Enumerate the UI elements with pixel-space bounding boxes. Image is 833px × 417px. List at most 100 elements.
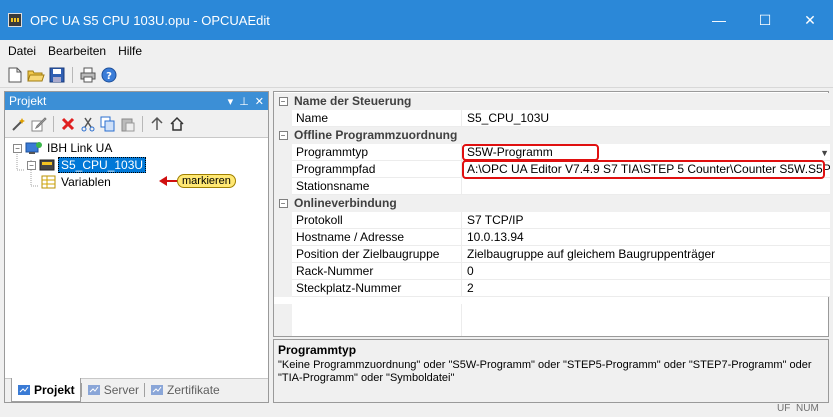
tab-server[interactable]: Server <box>82 379 144 401</box>
category-onlineverbindung[interactable]: − Onlineverbindung <box>274 195 830 212</box>
open-icon[interactable] <box>27 66 45 84</box>
property-name: Stationsname <box>292 178 462 195</box>
property-name: Rack-Nummer <box>292 263 462 280</box>
property-value[interactable]: S7 TCP/IP <box>462 212 830 229</box>
pane-close-icon[interactable]: ✕ <box>255 95 264 108</box>
collapse-icon[interactable]: − <box>278 131 288 140</box>
project-pane: Projekt ▾ ⊥ ✕ − IBH Link UA − S5_CPU_103… <box>4 91 269 403</box>
pane-pin-icon[interactable]: ⊥ <box>239 95 249 108</box>
tree-item-label: IBH Link UA <box>47 141 113 155</box>
property-name: Programmpfad <box>292 161 462 178</box>
property-name: Steckplatz-Nummer <box>292 280 462 297</box>
category-offline-programmzuordnung[interactable]: − Offline Programmzuordnung <box>274 127 830 144</box>
tree-item-cpu[interactable]: − S5_CPU_103U <box>27 157 147 173</box>
title-bar: OPC UA S5 CPU 103U.opu - OPCUAEdit — ☐ ✕ <box>0 0 833 40</box>
menu-hilfe[interactable]: Hilfe <box>112 44 148 58</box>
help-icon[interactable]: ? <box>100 66 118 84</box>
highlight-programmtyp <box>462 144 599 161</box>
property-name: Hostname / Adresse <box>292 229 462 246</box>
property-value[interactable]: 0 <box>462 263 830 280</box>
menu-datei[interactable]: Datei <box>0 44 42 58</box>
grid-empty-area <box>274 304 830 336</box>
tab-zertifikate[interactable]: Zertifikate <box>145 379 225 401</box>
window-title: OPC UA S5 CPU 103U.opu - OPCUAEdit <box>30 12 270 28</box>
tab-label: Projekt <box>34 382 75 397</box>
description-title: Programmtyp <box>278 343 357 357</box>
print-icon[interactable] <box>79 66 97 84</box>
move-up-icon[interactable] <box>149 115 165 133</box>
category-label: Onlineverbindung <box>294 196 397 210</box>
project-pane-header: Projekt ▾ ⊥ ✕ <box>5 92 268 110</box>
toolbar-separator <box>53 115 54 132</box>
tab-label: Server <box>103 383 140 397</box>
project-tree: − IBH Link UA − S5_CPU_103U Variablen ma… <box>5 138 268 364</box>
maximize-button[interactable]: ☐ <box>742 0 788 40</box>
home-icon[interactable] <box>169 115 185 133</box>
property-grid: − Name der Steuerung Name S5_CPU_103U − … <box>273 91 830 337</box>
collapse-icon[interactable]: − <box>13 143 22 153</box>
collapse-icon[interactable]: − <box>278 97 288 106</box>
chevron-down-icon[interactable]: ▼ <box>820 148 829 158</box>
category-name-der-steuerung[interactable]: − Name der Steuerung <box>274 93 830 110</box>
highlight-programmpfad <box>462 160 825 179</box>
status-num: NUM <box>796 403 819 414</box>
table-icon <box>41 175 56 189</box>
property-row-name[interactable]: Name S5_CPU_103U <box>274 110 830 127</box>
wizard-icon[interactable] <box>11 115 27 133</box>
property-row-hostname[interactable]: Hostname / Adresse 10.0.13.94 <box>274 229 830 246</box>
property-value[interactable] <box>462 178 830 195</box>
status-bar: UF NUM <box>0 403 833 417</box>
property-row-steckplatz-nummer[interactable]: Steckplatz-Nummer 2 <box>274 280 830 297</box>
project-tab-icon <box>18 384 30 395</box>
property-name: Position der Zielbaugruppe <box>292 246 462 263</box>
property-row-protokoll[interactable]: Protokoll S7 TCP/IP <box>274 212 830 229</box>
project-toolbar <box>5 110 268 138</box>
menu-bearbeiten[interactable]: Bearbeiten <box>42 44 112 58</box>
menu-bar: Datei Bearbeiten Hilfe <box>0 40 833 62</box>
property-value[interactable]: S5_CPU_103U <box>462 110 830 127</box>
copy-icon[interactable] <box>100 115 116 133</box>
tab-projekt[interactable]: Projekt <box>11 378 81 402</box>
delete-icon[interactable] <box>60 115 76 133</box>
category-label: Name der Steuerung <box>294 94 412 108</box>
description-panel: Programmtyp "Keine Programmzuordnung" od… <box>273 339 829 403</box>
project-pane-title: Projekt <box>9 94 47 108</box>
svg-text:?: ? <box>106 71 112 82</box>
property-row-stationsname[interactable]: Stationsname <box>274 178 830 195</box>
property-name: Name <box>292 110 462 127</box>
tree-item-label: S5_CPU_103U <box>58 157 147 173</box>
cpu-icon <box>39 159 55 171</box>
new-icon[interactable] <box>6 66 24 84</box>
save-icon[interactable] <box>48 66 66 84</box>
toolbar-separator <box>142 115 143 132</box>
cut-icon[interactable] <box>80 115 96 133</box>
collapse-icon[interactable]: − <box>27 160 36 170</box>
property-name: Protokoll <box>292 212 462 229</box>
tab-label: Zertifikate <box>167 383 220 397</box>
tree-item-label: Variablen <box>61 175 111 189</box>
toolbar-separator <box>72 66 73 83</box>
certificate-tab-icon <box>151 385 164 395</box>
tree-item-variables[interactable]: Variablen <box>41 174 111 190</box>
property-value[interactable]: 2 <box>462 280 830 297</box>
network-icon <box>25 142 42 154</box>
pane-dropdown-icon[interactable]: ▾ <box>228 95 234 108</box>
edit-icon[interactable] <box>31 115 47 133</box>
main-toolbar: ? <box>0 62 833 88</box>
category-label: Offline Programmzuordnung <box>294 128 458 142</box>
paste-icon[interactable] <box>120 115 136 133</box>
server-tab-icon <box>87 385 100 395</box>
property-row-position[interactable]: Position der Zielbaugruppe Zielbaugruppe… <box>274 246 830 263</box>
close-button[interactable]: ✕ <box>787 0 833 40</box>
tree-item-ibh-link-ua[interactable]: − IBH Link UA <box>13 140 112 156</box>
description-text: "Keine Programmzuordnung" oder "S5W-Prog… <box>278 359 812 384</box>
markieren-callout: markieren <box>177 174 236 188</box>
property-row-rack-nummer[interactable]: Rack-Nummer 0 <box>274 263 830 280</box>
app-icon <box>8 13 22 27</box>
property-value[interactable]: Zielbaugruppe auf gleichem Baugruppenträ… <box>462 246 830 263</box>
minimize-button[interactable]: — <box>696 0 742 40</box>
property-value[interactable]: 10.0.13.94 <box>462 229 830 246</box>
collapse-icon[interactable]: − <box>278 199 288 208</box>
project-tabs: Projekt Server Zertifikate <box>5 378 268 402</box>
property-name: Programmtyp <box>292 144 462 161</box>
